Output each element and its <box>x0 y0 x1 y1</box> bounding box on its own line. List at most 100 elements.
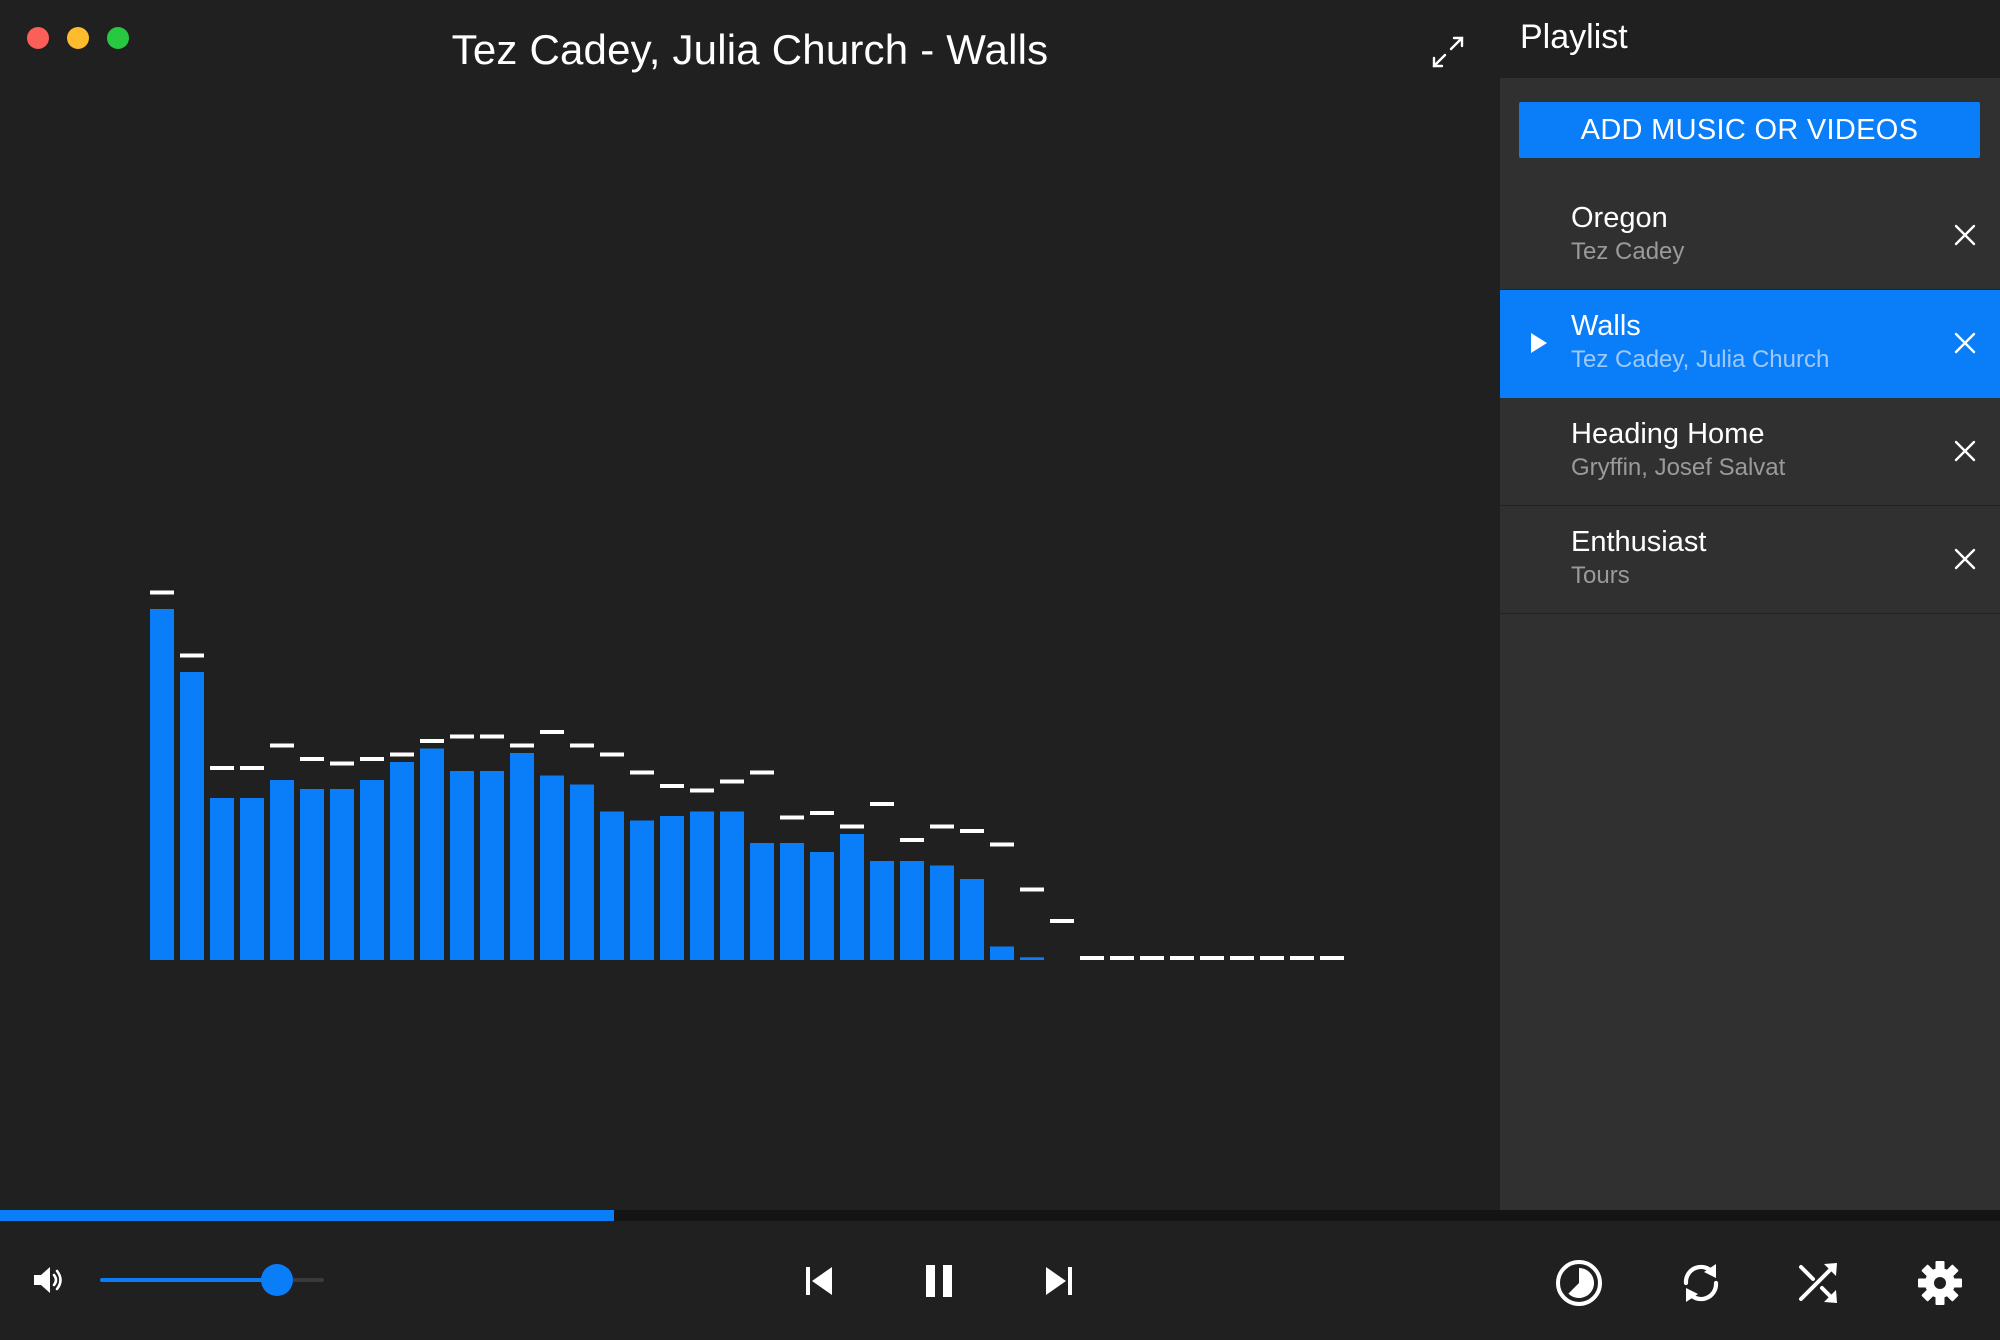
seek-bar-fill <box>0 1210 614 1221</box>
visualizer-bar <box>810 852 834 960</box>
next-track-button[interactable] <box>1042 1264 1078 1298</box>
repeat-icon <box>1683 1264 1719 1302</box>
close-icon <box>1954 548 1976 570</box>
visualizer-bar <box>420 748 444 960</box>
player-window: Tez Cadey, Julia Church - Walls Playlist… <box>0 0 2000 1340</box>
playlist-item[interactable]: Heading Home Gryffin, Josef Salvat <box>1500 398 2000 506</box>
visualizer-peak <box>210 766 234 770</box>
visualizer-peak <box>750 770 774 775</box>
previous-track-button[interactable] <box>802 1264 838 1298</box>
visualizer-peak <box>390 752 414 757</box>
seek-bar[interactable] <box>0 1210 2000 1221</box>
playlist-item[interactable]: Oregon Tez Cadey <box>1500 182 2000 290</box>
visualizer-bar <box>600 811 624 960</box>
visualizer-peak <box>540 730 564 734</box>
visualizer-peak <box>510 743 534 748</box>
visualizer-peak <box>270 743 294 748</box>
volume-slider-fill <box>100 1278 277 1282</box>
visualizer-peak <box>660 784 684 788</box>
visualizer-toggle-icon <box>1556 1260 1602 1306</box>
visualizer-peak <box>420 739 444 743</box>
visualizer-peak <box>930 824 954 829</box>
visualizer-bar <box>240 798 264 960</box>
settings-button[interactable] <box>1916 1258 1964 1308</box>
visualizer-peak <box>900 838 924 842</box>
playlist-sidebar: Playlist ADD MUSIC OR VIDEOS Oregon Tez … <box>1500 0 2000 1210</box>
visualizer-bar <box>510 753 534 960</box>
remove-item-button[interactable] <box>1952 546 1978 572</box>
playlist-item[interactable]: Enthusiast Tours <box>1500 506 2000 614</box>
pause-button[interactable] <box>922 1264 958 1298</box>
audio-visualizer <box>150 590 1344 960</box>
visualizer-peak <box>180 653 204 658</box>
visualizer-bar <box>750 843 774 960</box>
mute-button[interactable] <box>32 1264 68 1296</box>
visualizer-bar <box>270 780 294 960</box>
visualizer-peak <box>990 842 1014 847</box>
song-artist: Tez Cadey <box>1571 238 1685 265</box>
visualizer-peak <box>450 734 474 739</box>
visualizer-bar <box>630 820 654 960</box>
visualizer-bar <box>870 861 894 960</box>
visualizer-peak <box>570 743 594 748</box>
visualizer-bar <box>720 811 744 960</box>
visualizer-peak <box>480 734 504 739</box>
song-artist: Tours <box>1571 562 1630 589</box>
song-title: Walls <box>1571 310 1641 342</box>
visualizer-bar <box>210 798 234 960</box>
visualizer-peak <box>240 766 264 770</box>
add-music-button[interactable]: ADD MUSIC OR VIDEOS <box>1519 102 1980 158</box>
volume-slider-handle[interactable] <box>260 1264 293 1296</box>
visualizer-bar <box>480 771 504 960</box>
playlist-title: Playlist <box>1520 18 1628 56</box>
visualizer-bar <box>960 879 984 960</box>
close-icon <box>1954 440 1976 462</box>
visualizer-bar <box>300 789 324 960</box>
visualizer-peak <box>150 590 174 595</box>
remove-item-button[interactable] <box>1952 222 1978 248</box>
visualizer-peak <box>840 824 864 829</box>
shuffle-button[interactable] <box>1796 1258 1842 1308</box>
skip-previous-icon <box>806 1267 832 1295</box>
visualizer-bar <box>990 946 1014 960</box>
visualizer-bar <box>660 816 684 960</box>
visualizer-peak <box>690 788 714 793</box>
song-artist: Tez Cadey, Julia Church <box>1571 346 1830 373</box>
close-icon <box>1954 332 1976 354</box>
song-title: Enthusiast <box>1571 526 1707 558</box>
volume-slider[interactable] <box>100 1264 324 1296</box>
visualizer-bar <box>1020 957 1044 960</box>
visualizer-peak <box>960 829 984 833</box>
visualizer-peak <box>720 779 744 784</box>
remove-item-button[interactable] <box>1952 438 1978 464</box>
song-title: Oregon <box>1571 202 1668 234</box>
visualizer-bar <box>930 865 954 960</box>
visualizer-peak <box>1320 956 1344 960</box>
skip-next-icon <box>1046 1267 1072 1295</box>
visualizer-bar <box>360 780 384 960</box>
visualizer-bar <box>150 609 174 960</box>
visualizer-bar <box>900 861 924 960</box>
repeat-button[interactable] <box>1678 1258 1724 1308</box>
playlist-header: Playlist <box>1500 0 2000 78</box>
visualizer-bar <box>540 775 564 960</box>
visualizer-peak <box>630 770 654 775</box>
visualizer-peak <box>1230 956 1254 960</box>
visualizer-bar <box>330 789 354 960</box>
visualizer-peak <box>360 757 384 761</box>
playlist-item-active[interactable]: Walls Tez Cadey, Julia Church <box>1500 290 2000 398</box>
visualizer-peak <box>1110 956 1134 960</box>
visualizer-bar <box>690 811 714 960</box>
remove-item-button[interactable] <box>1952 330 1978 356</box>
visualizer-bar <box>450 771 474 960</box>
visualizer-toggle-button[interactable] <box>1554 1258 1604 1308</box>
visualizer-peak <box>1050 919 1074 923</box>
visualizer-peak <box>1290 956 1314 960</box>
visualizer-bar <box>180 672 204 960</box>
now-playing-indicator <box>1530 332 1548 354</box>
visualizer-peak <box>600 752 624 757</box>
pause-icon <box>926 1265 952 1297</box>
visualizer-peak <box>1140 956 1164 960</box>
visualizer-peak <box>330 761 354 766</box>
visualizer-bar <box>390 762 414 960</box>
